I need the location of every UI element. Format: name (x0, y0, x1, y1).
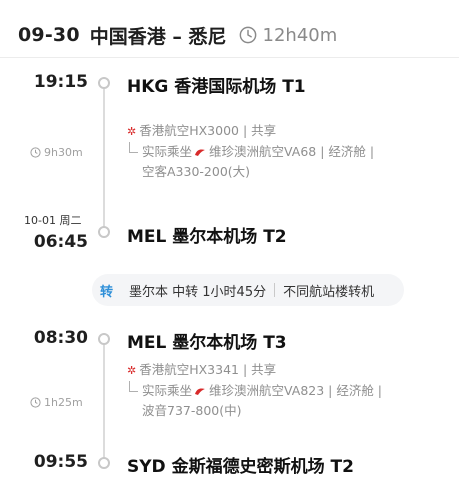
arrive-time-2: 09:55 (33, 452, 88, 472)
aircraft-line: 空客A330-200(大) (127, 162, 427, 182)
header-divider (0, 57, 459, 58)
timeline-segment-2 (103, 340, 105, 464)
segment-2-details: ✲ 香港航空HX3341 | 共享 实际乘坐 维珍澳洲航空VA823 | 经济舱 |… (127, 360, 427, 421)
virgin-logo-icon (195, 388, 206, 395)
bracket-icon (129, 381, 138, 392)
virgin-logo-icon (195, 149, 206, 156)
duration-text: 9h30m (44, 146, 83, 159)
duration-text: 1h25m (44, 396, 83, 409)
transfer-note: 不同航站楼转机 (283, 284, 375, 300)
flight-header: 09-30 中国香港 – 悉尼 12h40m (18, 20, 337, 50)
depart-time-2: 08:30 (33, 328, 88, 348)
arrive-airport-1: MEL 墨尔本机场 T2 (127, 227, 287, 247)
arrive-date-1: 10-01 周二 (24, 214, 82, 227)
transfer-divider (274, 283, 276, 297)
depart-airport-1: HKG 香港国际机场 T1 (127, 77, 306, 97)
clock-icon (30, 397, 41, 408)
clock-icon (30, 147, 41, 158)
transfer-info[interactable]: 转 墨尔本 中转 1小时45分 不同航站楼转机 (92, 274, 404, 306)
marketing-flight-line: ✲ 香港航空HX3341 | 共享 (127, 360, 427, 381)
timeline-dot (98, 333, 110, 345)
segment-1-duration: 9h30m (30, 146, 83, 159)
transfer-text: 墨尔本 中转 1小时45分 (129, 284, 267, 300)
clock-icon (239, 26, 256, 44)
total-duration: 12h40m (262, 24, 338, 46)
hk-airlines-logo-icon: ✲ (127, 364, 137, 377)
marketing-flight-line: ✲ 香港航空HX3000 | 共享 (127, 121, 427, 142)
transfer-badge: 转 (100, 284, 114, 300)
depart-time-1: 19:15 (33, 72, 88, 92)
arrive-airport-2: SYD 金斯福德史密斯机场 T2 (127, 457, 354, 477)
aircraft-type: 空客A330-200(大) (142, 164, 251, 179)
flight-date: 09-30 (18, 24, 80, 46)
segment-2-duration: 1h25m (30, 396, 83, 409)
operating-flight-line: 实际乘坐 维珍澳洲航空VA68 | 经济舱 | (127, 142, 427, 162)
marketing-flight: 香港航空HX3000 | 共享 (139, 123, 277, 138)
aircraft-line: 波音737-800(中) (127, 401, 427, 421)
depart-airport-2: MEL 墨尔本机场 T3 (127, 333, 287, 353)
marketing-flight: 香港航空HX3341 | 共享 (139, 362, 277, 377)
aircraft-type: 波音737-800(中) (142, 403, 242, 418)
flight-route: 中国香港 – 悉尼 (89, 25, 227, 48)
timeline-segment-1 (103, 84, 105, 238)
timeline-dot (98, 457, 110, 469)
timeline-dot (98, 77, 110, 89)
operated-by-label: 实际乘坐 (142, 383, 193, 398)
operating-flight: 维珍澳洲航空VA68 | 经济舱 | (209, 144, 375, 159)
segment-1-details: ✲ 香港航空HX3000 | 共享 实际乘坐 维珍澳洲航空VA68 | 经济舱 | … (127, 121, 427, 182)
operating-flight-line: 实际乘坐 维珍澳洲航空VA823 | 经济舱 | (127, 381, 427, 401)
hk-airlines-logo-icon: ✲ (127, 125, 137, 138)
timeline-dot (98, 226, 110, 238)
operated-by-label: 实际乘坐 (142, 144, 193, 159)
arrive-time-1: 06:45 (33, 232, 88, 252)
bracket-icon (129, 142, 138, 153)
operating-flight: 维珍澳洲航空VA823 | 经济舱 | (209, 383, 383, 398)
